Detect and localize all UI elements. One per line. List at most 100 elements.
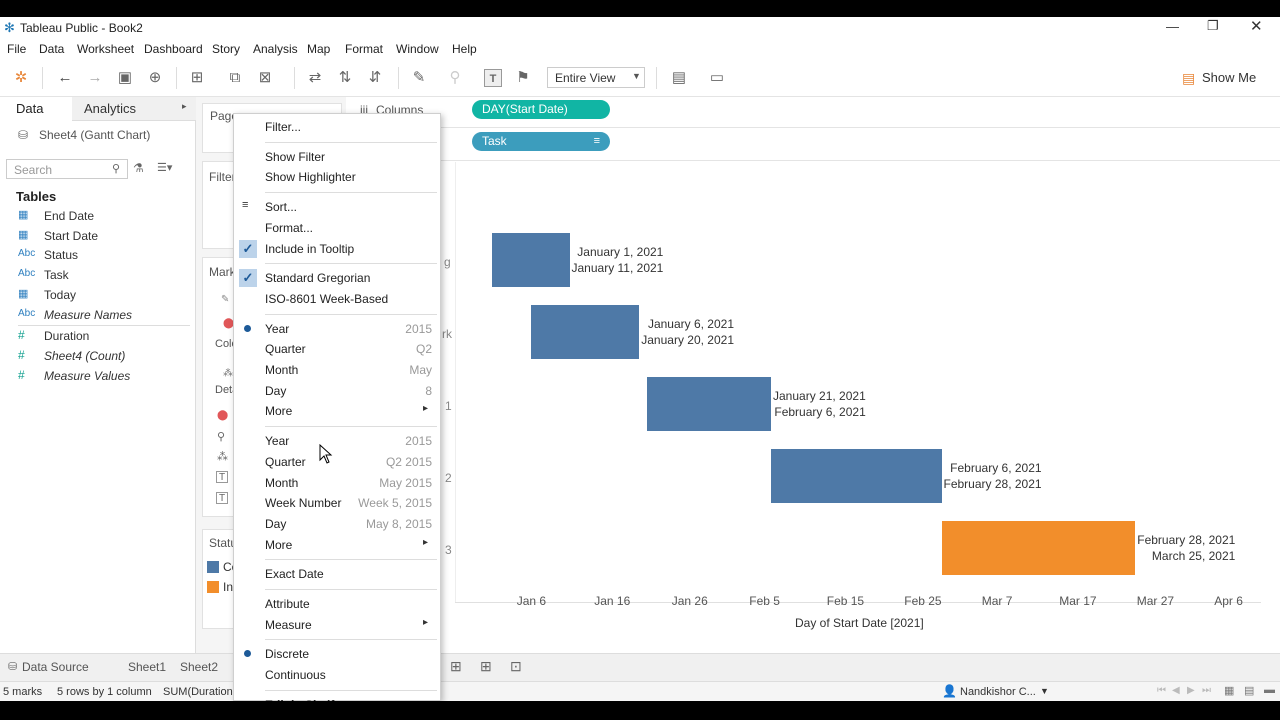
- menu-item-standard-gregorian[interactable]: ✓ Standard Gregorian: [234, 268, 440, 288]
- menu-item-label: Year: [265, 321, 290, 336]
- menu-file[interactable]: File: [7, 42, 26, 56]
- menu-item-continuous[interactable]: Continuous: [234, 665, 440, 685]
- field-item[interactable]: Abc Measure Names: [0, 305, 190, 325]
- tab-analytics[interactable]: Analytics ▸: [72, 97, 196, 121]
- menu-story[interactable]: Story: [212, 42, 240, 56]
- menu-item-format[interactable]: Format...: [234, 218, 440, 238]
- menu-item-month[interactable]: Month May 2015: [234, 473, 440, 493]
- menu-item-week-number[interactable]: Week Number Week 5, 2015: [234, 493, 440, 513]
- field-item[interactable]: Abc Task: [0, 265, 190, 285]
- menu-worksheet[interactable]: Worksheet: [77, 42, 134, 56]
- datasource-name[interactable]: Sheet4 (Gantt Chart): [39, 128, 150, 142]
- field-item[interactable]: Abc Status: [0, 245, 190, 265]
- field-item[interactable]: # Measure Values: [0, 366, 190, 386]
- menu-item-sort[interactable]: ≡ Sort...: [234, 197, 440, 217]
- show-me-button[interactable]: Show Me: [1202, 70, 1256, 85]
- menu-analysis[interactable]: Analysis: [253, 42, 298, 56]
- nav-next-icon[interactable]: ▶: [1187, 685, 1195, 696]
- field-item[interactable]: ▦ Start Date: [0, 226, 190, 246]
- new-worksheet-tab-icon[interactable]: ⊞: [450, 658, 462, 675]
- clear-sheet-icon[interactable]: ⊠: [256, 69, 274, 87]
- menu-item-label: Show Filter: [265, 149, 326, 164]
- field-search-box[interactable]: Search ⚲: [6, 159, 128, 179]
- save-icon[interactable]: ▣: [116, 69, 134, 87]
- sheet-sorter-icon[interactable]: ▦: [1224, 684, 1234, 697]
- menu-item-label: Month: [265, 363, 299, 377]
- filter-icon[interactable]: ⚗: [133, 161, 144, 175]
- field-item[interactable]: # Sheet4 (Count): [0, 346, 190, 366]
- menu-data[interactable]: Data: [39, 42, 64, 56]
- field-item[interactable]: # Duration: [0, 326, 190, 346]
- menu-window[interactable]: Window: [396, 42, 439, 56]
- group-icon[interactable]: ⚲: [446, 69, 464, 87]
- menu-help[interactable]: Help: [452, 42, 477, 56]
- menu-item-quarter[interactable]: Quarter Q2 2015: [234, 452, 440, 472]
- nav-first-icon[interactable]: ⏮: [1157, 685, 1166, 696]
- menu-item-show-filter[interactable]: Show Filter: [234, 147, 440, 167]
- menu-item-year[interactable]: Year 2015: [234, 319, 440, 339]
- redo-icon[interactable]: →: [86, 69, 104, 87]
- menu-item-edit-in-shelf[interactable]: Edit in Shelf: [234, 695, 440, 701]
- new-dashboard-tab-icon[interactable]: ⊞: [480, 658, 492, 675]
- highlight-icon[interactable]: ✎: [410, 69, 428, 87]
- menu-item-discrete[interactable]: Discrete: [234, 644, 440, 664]
- nav-prev-icon[interactable]: ◀: [1172, 685, 1180, 696]
- menu-item-attribute[interactable]: Attribute: [234, 594, 440, 614]
- menu-item-show-highlighter[interactable]: Show Highlighter: [234, 167, 440, 187]
- menu-item-iso-8601-week-based[interactable]: ISO-8601 Week-Based: [234, 289, 440, 309]
- user-chevron-down-icon[interactable]: ▼: [1040, 686, 1049, 696]
- sort-descending-icon[interactable]: ⇵: [366, 69, 384, 87]
- menu-item-value: Week 5, 2015: [358, 496, 432, 511]
- menu-item-exact-date[interactable]: Exact Date: [234, 564, 440, 584]
- nav-last-icon[interactable]: ⏭: [1202, 685, 1211, 696]
- columns-pill[interactable]: DAY(Start Date): [472, 100, 610, 119]
- menu-item-more[interactable]: More ▸: [234, 535, 440, 555]
- undo-icon[interactable]: ←: [56, 69, 74, 87]
- rows-pill[interactable]: Task ≡: [472, 132, 610, 151]
- tableau-start-icon[interactable]: ✲: [12, 69, 30, 87]
- tab-data[interactable]: Data: [0, 97, 72, 121]
- menu-dashboard[interactable]: Dashboard: [144, 42, 203, 56]
- show-labels-icon[interactable]: T: [484, 69, 502, 87]
- menu-item-measure[interactable]: Measure ▸: [234, 615, 440, 635]
- fit-dropdown[interactable]: Entire View ▼: [547, 67, 645, 88]
- sheet-tab[interactable]: Sheet2: [180, 660, 218, 674]
- menu-item-filter[interactable]: Filter...: [234, 117, 440, 137]
- menu-item-quarter[interactable]: Quarter Q2: [234, 339, 440, 359]
- new-worksheet-icon[interactable]: ⊞: [188, 69, 206, 87]
- swap-icon[interactable]: ⇄: [306, 69, 324, 87]
- checkmark-icon: ✓: [239, 239, 257, 258]
- menu-bar: File Data Worksheet Dashboard Story Anal…: [0, 39, 1280, 59]
- pane-menu-icon[interactable]: ▸: [182, 101, 187, 112]
- menu-item-year[interactable]: Year 2015: [234, 431, 440, 451]
- menu-item-more[interactable]: More ▸: [234, 401, 440, 421]
- new-datasource-icon[interactable]: ⊕: [146, 69, 164, 87]
- field-item[interactable]: ▦ Today: [0, 285, 190, 305]
- present-mode-icon[interactable]: ▭: [708, 69, 726, 87]
- close-icon[interactable]: ✕: [1250, 17, 1263, 35]
- view-list-icon[interactable]: ☰▾: [157, 161, 172, 174]
- field-item[interactable]: ▦ End Date: [0, 206, 190, 226]
- minimize-icon[interactable]: —: [1166, 19, 1179, 34]
- menu-item-label: Continuous: [265, 668, 326, 683]
- menu-map[interactable]: Map: [307, 42, 330, 56]
- sheet-tab[interactable]: Sheet1: [128, 660, 166, 674]
- filters-label: Filter: [209, 170, 236, 184]
- menu-format[interactable]: Format: [345, 42, 383, 56]
- duplicate-sheet-icon[interactable]: ⧉: [226, 69, 244, 87]
- mark-type-icon[interactable]: ✎: [221, 294, 229, 305]
- menu-item-month[interactable]: Month May: [234, 360, 440, 380]
- new-story-tab-icon[interactable]: ⊡: [510, 658, 522, 675]
- restore-icon[interactable]: ❐: [1207, 18, 1219, 34]
- user-name[interactable]: Nandkishor C...: [960, 686, 1036, 698]
- menu-item-include-in-tooltip[interactable]: ✓ Include in Tooltip: [234, 239, 440, 259]
- tabs-icon[interactable]: ▬: [1264, 684, 1275, 696]
- menu-item-label: Day: [265, 383, 287, 398]
- presentation-icon[interactable]: ▤: [670, 69, 688, 87]
- menu-item-day[interactable]: Day May 8, 2015: [234, 514, 440, 534]
- datasource-tab[interactable]: Data Source: [22, 660, 89, 674]
- menu-item-day[interactable]: Day 8: [234, 381, 440, 401]
- pin-icon[interactable]: ⚑: [514, 69, 532, 87]
- filmstrip-icon[interactable]: ▤: [1244, 684, 1254, 697]
- sort-ascending-icon[interactable]: ⇅: [336, 69, 354, 87]
